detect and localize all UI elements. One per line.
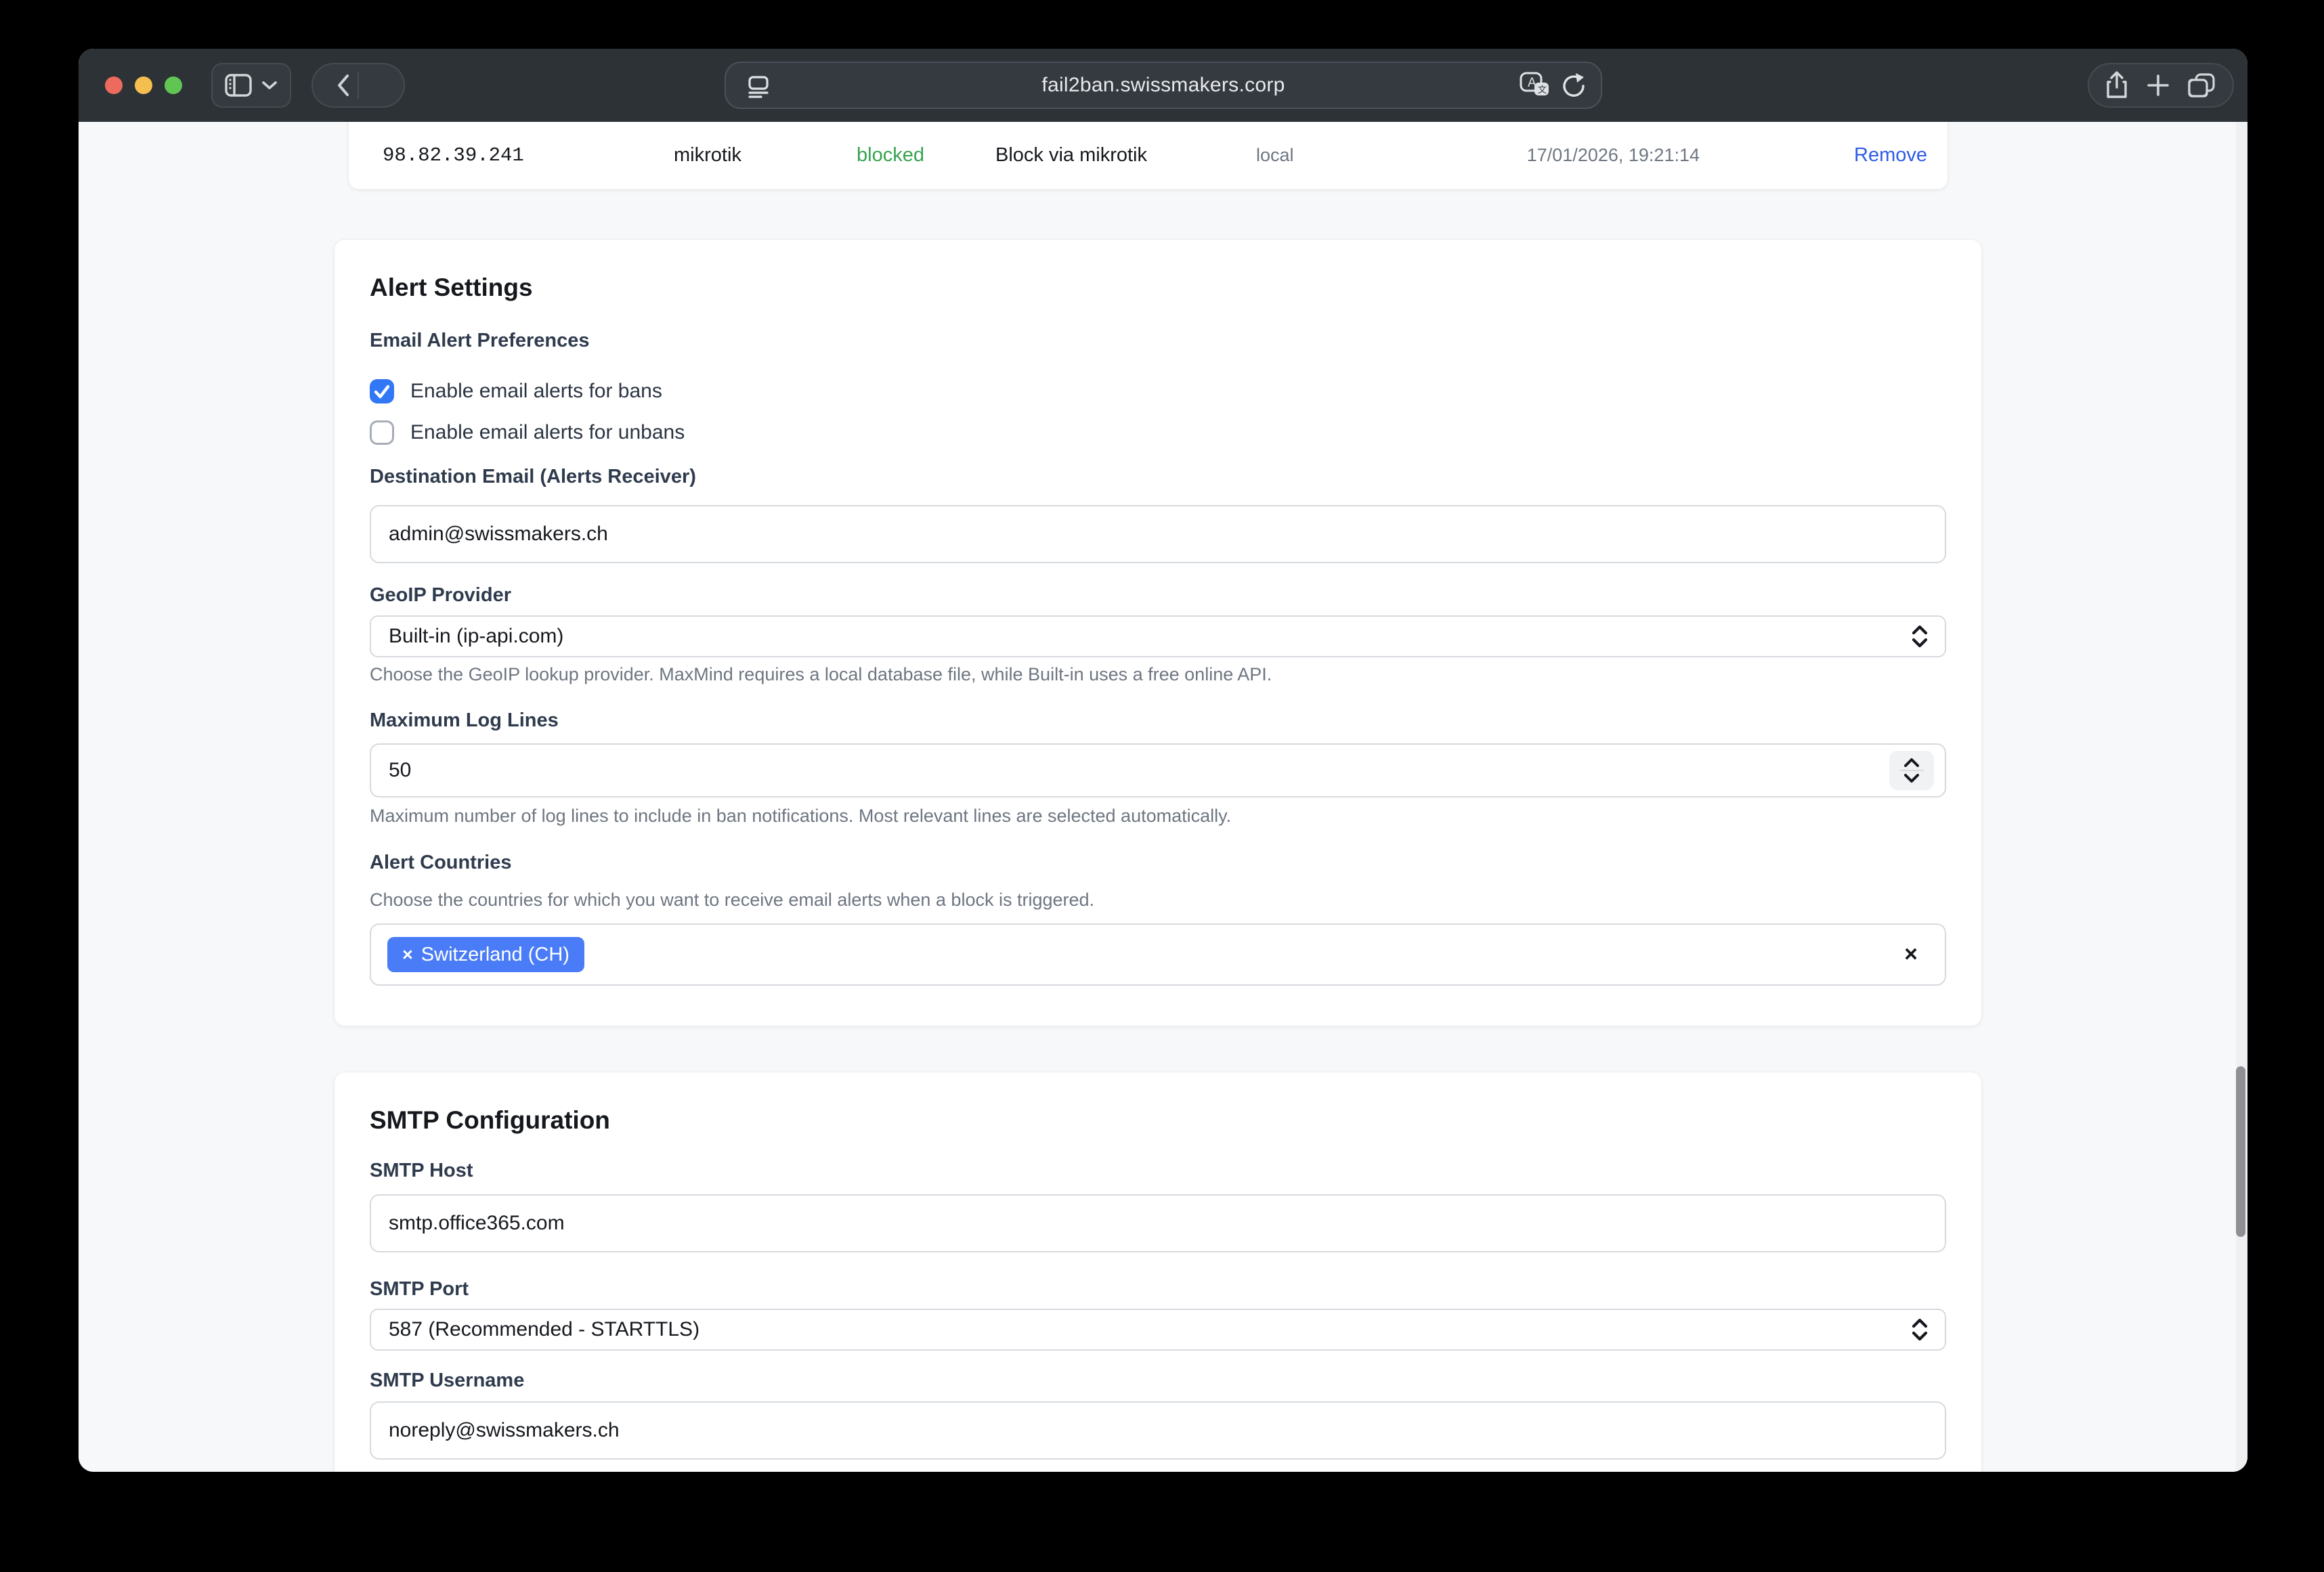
destination-email-label: Destination Email (Alerts Receiver) — [370, 464, 1946, 489]
bans-checkbox[interactable] — [370, 379, 394, 403]
zoom-window-button[interactable] — [165, 77, 182, 94]
window-actions — [2088, 63, 2234, 108]
browser-window: fail2ban.swissmakers.corp A 文 — [79, 49, 2247, 1472]
destination-email-input[interactable] — [370, 505, 1946, 563]
navigation-buttons — [311, 63, 405, 108]
country-tag: × Switzerland (CH) — [387, 937, 584, 972]
select-updown-icon — [1911, 1317, 1929, 1342]
geoip-help-text: Choose the GeoIP lookup provider. MaxMin… — [370, 663, 1946, 686]
bans-checkbox-label[interactable]: Enable email alerts for bans — [410, 380, 662, 403]
smtp-host-input[interactable] — [370, 1194, 1946, 1252]
banned-ips-card: 98.82.39.241 mikrotik blocked Block via … — [348, 122, 1948, 190]
scrollbar-track[interactable] — [2236, 122, 2247, 1472]
source-cell: local — [1256, 145, 1419, 166]
unbans-checkbox[interactable] — [370, 420, 394, 445]
smtp-username-label: SMTP Username — [370, 1368, 1946, 1393]
email-alert-preferences-label: Email Alert Preferences — [370, 328, 1946, 353]
reload-icon[interactable] — [1562, 72, 1587, 99]
page-content: 98.82.39.241 mikrotik blocked Block via … — [79, 122, 2247, 1472]
back-button[interactable] — [336, 73, 351, 97]
action-cell: Block via mikrotik — [995, 144, 1256, 167]
address-bar[interactable]: fail2ban.swissmakers.corp A 文 — [725, 62, 1602, 109]
alert-countries-help: Choose the countries for which you want … — [370, 888, 1946, 911]
jail-cell: mikrotik — [674, 144, 857, 167]
smtp-username-input[interactable] — [370, 1401, 1946, 1460]
smtp-host-label: SMTP Host — [370, 1158, 1946, 1183]
address-bar-actions: A 文 — [1520, 63, 1587, 108]
alert-countries-multiselect[interactable]: × Switzerland (CH) × — [370, 923, 1946, 986]
new-tab-icon[interactable] — [2146, 73, 2170, 97]
max-log-lines-help: Maximum number of log lines to include i… — [370, 804, 1946, 827]
tab-overview-icon[interactable] — [2188, 72, 2216, 99]
divider — [358, 72, 359, 99]
share-icon[interactable] — [2105, 71, 2128, 100]
max-log-lines-field — [370, 743, 1946, 798]
smtp-title: SMTP Configuration — [370, 1105, 1946, 1136]
number-stepper[interactable] — [1889, 751, 1934, 790]
alert-countries-label: Alert Countries — [370, 850, 1946, 875]
checkbox-row-bans: Enable email alerts for bans — [370, 376, 1946, 406]
svg-text:文: 文 — [1538, 85, 1547, 95]
close-window-button[interactable] — [105, 77, 123, 94]
sidebar-toggle-button[interactable] — [211, 63, 291, 108]
geoip-provider-label: GeoIP Provider — [370, 583, 1946, 607]
table-row: 98.82.39.241 mikrotik blocked Block via … — [349, 122, 1948, 189]
max-log-lines-input[interactable] — [371, 745, 1945, 796]
timestamp-cell: 17/01/2026, 19:21:14 — [1419, 145, 1700, 166]
status-badge: blocked — [857, 144, 995, 167]
select-updown-icon — [1911, 624, 1929, 649]
max-log-lines-label: Maximum Log Lines — [370, 708, 1946, 733]
traffic-lights — [105, 49, 182, 122]
tag-remove-icon[interactable]: × — [402, 944, 413, 965]
remove-link[interactable]: Remove — [1700, 144, 1927, 167]
clear-all-icon[interactable]: × — [1904, 942, 1918, 968]
translate-icon[interactable]: A 文 — [1520, 72, 1551, 99]
forward-button[interactable] — [366, 73, 381, 97]
scrollbar-thumb[interactable] — [2236, 1066, 2245, 1237]
minimize-window-button[interactable] — [135, 77, 152, 94]
geoip-provider-select[interactable]: Built-in (ip-api.com) — [370, 615, 1946, 657]
smtp-port-label: SMTP Port — [370, 1277, 1946, 1301]
geoip-selected-option: Built-in (ip-api.com) — [389, 625, 563, 648]
smtp-port-select[interactable]: 587 (Recommended - STARTTLS) — [370, 1309, 1946, 1351]
smtp-configuration-card: SMTP Configuration SMTP Host SMTP Port 5… — [334, 1072, 1982, 1472]
sidebar-icon — [225, 74, 252, 97]
stepper-divider — [1899, 770, 1924, 771]
alert-settings-card: Alert Settings Email Alert Preferences E… — [334, 239, 1982, 1026]
chevron-down-icon — [261, 80, 278, 91]
browser-toolbar: fail2ban.swissmakers.corp A 文 — [79, 49, 2247, 122]
banned-ip-cell: 98.82.39.241 — [383, 144, 674, 167]
checkbox-row-unbans: Enable email alerts for unbans — [370, 418, 1946, 447]
unbans-checkbox-label[interactable]: Enable email alerts for unbans — [410, 421, 685, 444]
country-tag-label: Switzerland (CH) — [421, 944, 569, 966]
smtp-port-selected-option: 587 (Recommended - STARTTLS) — [389, 1318, 700, 1341]
alert-settings-title: Alert Settings — [370, 272, 1946, 303]
url-text[interactable]: fail2ban.swissmakers.corp — [726, 63, 1601, 108]
